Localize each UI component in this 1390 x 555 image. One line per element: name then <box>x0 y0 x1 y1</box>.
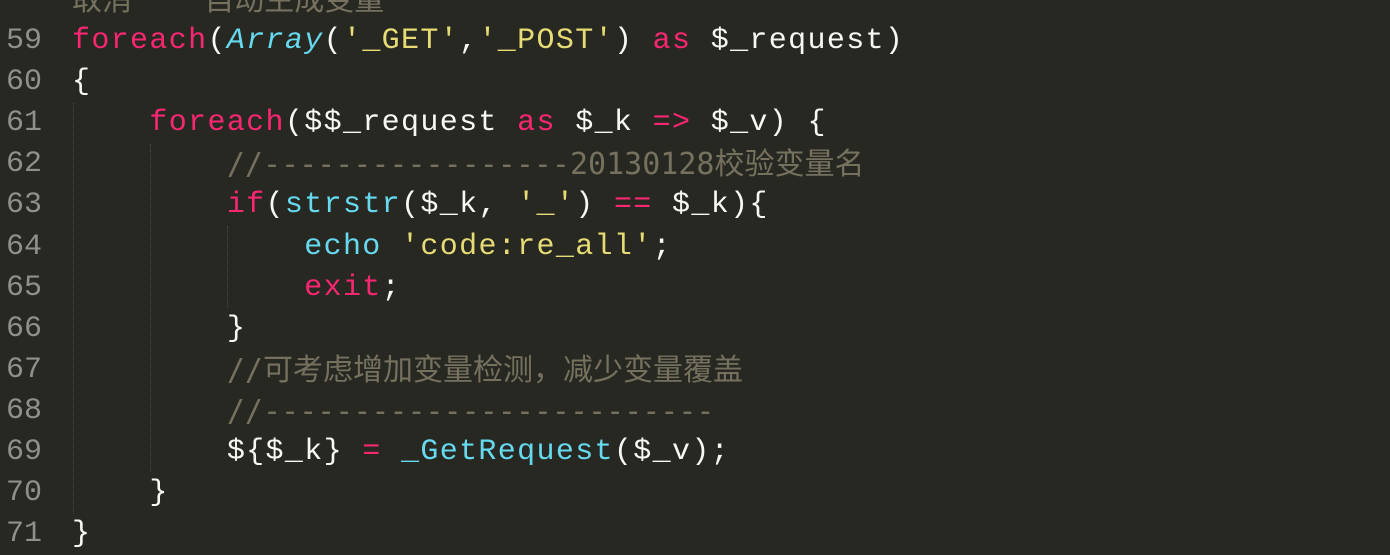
code-line[interactable]: 59 foreach(Array('_GET','_POST') as $_req… <box>0 21 1390 62</box>
line-number: 66 <box>6 311 43 346</box>
code-line[interactable]: 71} <box>0 514 1390 555</box>
line-number: 64 <box>6 229 43 264</box>
code-token: Array <box>226 24 324 59</box>
code-token: , <box>459 24 479 59</box>
code-token: { <box>72 65 92 100</box>
code-partial-comment: 取消 自动生成变量 <box>72 0 385 18</box>
line-number: 61 <box>6 106 43 141</box>
code-token: ($_k, <box>401 188 518 223</box>
code-lines[interactable]: 59 foreach(Array('_GET','_POST') as $_req… <box>0 21 1390 555</box>
line-number: 71 <box>6 517 43 552</box>
code-token: ) <box>575 188 614 223</box>
code-token: => <box>652 106 692 141</box>
line-number: 59 <box>6 24 43 59</box>
code-token: foreach <box>72 24 208 59</box>
code-line[interactable]: 70 } <box>0 473 1390 514</box>
code-token: 'code:re_all' <box>401 229 653 264</box>
code-token: ) <box>613 24 653 59</box>
code-line[interactable]: 65 exit; <box>0 268 1390 309</box>
line-code[interactable]: { <box>72 62 91 103</box>
code-token: ( <box>265 188 285 223</box>
code-line[interactable]: 64 echo 'code:re_all'; <box>0 227 1390 268</box>
line-number: 65 <box>6 270 43 305</box>
code-token: strstr <box>284 188 402 223</box>
line-number: 70 <box>6 476 43 511</box>
code-token: = <box>362 435 382 470</box>
code-token: } <box>72 476 169 511</box>
code-token: if <box>226 188 266 223</box>
code-token: } <box>72 517 92 552</box>
line-code[interactable]: foreach($$_request as $_k => $_v) { <box>72 103 827 144</box>
code-line[interactable]: 67 //可考虑增加变量检测，减少变量覆盖 <box>0 350 1390 391</box>
code-token: //可考虑增加变量检测，减少变量覆盖 <box>226 352 743 388</box>
code-token: _GetRequest <box>401 435 614 470</box>
line-code[interactable]: } <box>72 514 91 555</box>
code-token: as <box>652 24 692 59</box>
line-number: 63 <box>6 188 43 223</box>
code-token: $_request) <box>691 24 905 59</box>
code-token: == <box>613 188 653 223</box>
line-code[interactable]: foreach(Array('_GET','_POST') as $_reque… <box>72 21 904 62</box>
indent-guide <box>227 226 228 308</box>
line-code[interactable]: exit; <box>72 268 401 309</box>
code-line[interactable]: 61 foreach($$_request as $_k => $_v) { <box>0 103 1390 144</box>
code-line-partial: 取消 自动生成变量 <box>0 0 1390 21</box>
line-number: 69 <box>6 435 43 470</box>
code-token: ($_v); <box>613 435 731 470</box>
line-code[interactable]: //------------------------- <box>72 391 715 435</box>
code-editor[interactable]: 取消 自动生成变量 59 foreach(Array('_GET','_POST'… <box>0 0 1390 555</box>
indent-guide <box>150 144 151 472</box>
code-token: $_k <box>555 106 653 141</box>
code-token: //------------------------- <box>226 393 715 429</box>
line-code[interactable]: echo 'code:re_all'; <box>72 227 672 268</box>
code-token: ( <box>323 24 343 59</box>
code-token: as <box>517 106 556 141</box>
code-token: ($$_request <box>284 106 518 141</box>
code-token: exit <box>304 270 382 305</box>
code-line[interactable]: 63 if(strstr($_k, '_') == $_k){ <box>0 185 1390 226</box>
code-line[interactable]: 62 //-----------------20130128校验变量名 <box>0 144 1390 185</box>
code-token: ( <box>207 24 227 59</box>
line-code[interactable]: //可考虑增加变量检测，减少变量覆盖 <box>72 350 743 394</box>
line-code[interactable]: //-----------------20130128校验变量名 <box>72 144 865 188</box>
code-token: //-----------------20130128校验变量名 <box>226 147 865 183</box>
code-line[interactable]: 69 ${$_k} = _GetRequest($_v); <box>0 432 1390 473</box>
line-number: 60 <box>6 65 43 100</box>
code-token: ; <box>381 270 402 305</box>
code-token: ${$_k} <box>72 435 363 470</box>
line-code[interactable]: ${$_k} = _GetRequest($_v); <box>72 432 730 473</box>
code-line[interactable]: 60 { <box>0 62 1390 103</box>
line-number: 68 <box>6 393 43 428</box>
code-token: $_v) { <box>691 106 827 141</box>
code-token: } <box>72 311 247 346</box>
line-number: 62 <box>6 147 43 182</box>
code-token: '_' <box>517 188 576 223</box>
line-code[interactable]: } <box>72 473 169 514</box>
code-token: '_GET' <box>342 24 460 59</box>
code-token: echo <box>304 229 382 264</box>
line-number: 67 <box>6 352 43 387</box>
line-code[interactable]: if(strstr($_k, '_') == $_k){ <box>72 185 769 226</box>
code-token: ; <box>652 229 672 264</box>
code-token: foreach <box>149 106 285 141</box>
code-line[interactable]: 66 } <box>0 309 1390 350</box>
line-code[interactable]: } <box>72 309 246 350</box>
code-token: $_k){ <box>652 188 769 223</box>
code-line[interactable]: 68 //------------------------- <box>0 391 1390 432</box>
indent-guide <box>73 103 74 514</box>
code-token: '_POST' <box>478 24 614 59</box>
